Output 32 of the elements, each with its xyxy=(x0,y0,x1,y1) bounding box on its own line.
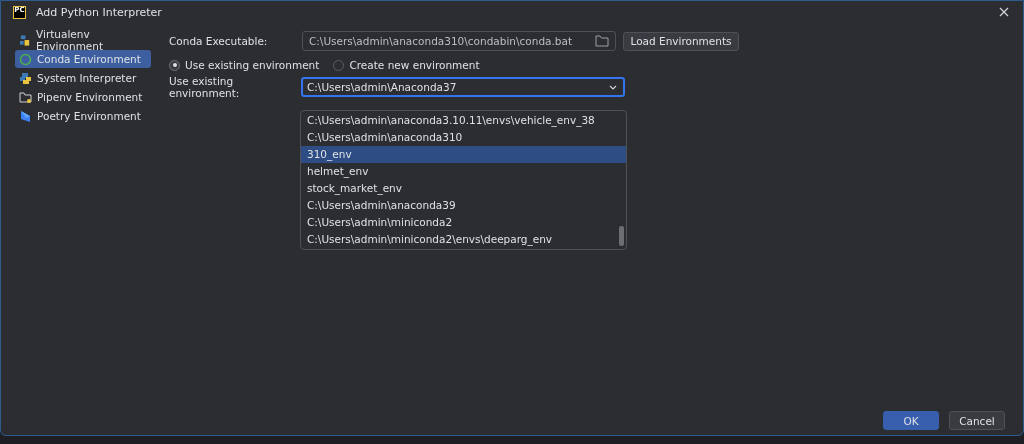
dropdown-option[interactable]: helmet_env xyxy=(301,163,626,180)
scrollbar-thumb[interactable] xyxy=(619,226,624,246)
window-title: Add Python Interpreter xyxy=(36,5,163,19)
sidebar-item[interactable]: Virtualenv Environment xyxy=(15,31,151,49)
path-field[interactable]: C:\Users\admin\anaconda310\condabin\conda.bat xyxy=(302,31,616,51)
sidebar-item[interactable]: Poetry Environment xyxy=(15,107,151,125)
sidebar-item[interactable]: Conda Environment xyxy=(15,50,151,68)
folder-icon xyxy=(19,90,32,104)
dropdown-option[interactable]: C:\Users\admin\miniconda2\envs\deeparg_env xyxy=(301,231,626,248)
chevron-icon xyxy=(609,84,617,90)
radio-button[interactable]: Use existing environment xyxy=(169,59,320,71)
dropdown-option[interactable]: 310_env xyxy=(301,146,626,163)
sidebar-item[interactable]: Pipenv Environment xyxy=(15,88,151,106)
dropdown-option[interactable]: stock_market_env xyxy=(301,180,626,197)
dropdown-option[interactable]: C:\Users\admin\anaconda310 xyxy=(301,129,626,146)
ok-button[interactable]: OK xyxy=(883,411,939,430)
sidebar-item[interactable]: System Interpreter xyxy=(15,69,151,87)
poetry-icon xyxy=(19,109,32,123)
python-icon xyxy=(19,33,32,47)
radio-button[interactable]: Create new environment xyxy=(333,59,480,71)
close-icon[interactable] xyxy=(999,7,1009,17)
field-label: Use existing environment: xyxy=(169,75,241,99)
dropdown-option[interactable]: C:\Users\admin\anaconda3.10.11\envs\vehicle_env_38 xyxy=(301,112,626,129)
cancel-button[interactable]: Cancel xyxy=(949,411,1005,430)
load-environments-button[interactable]: Load Environments xyxy=(623,31,739,51)
dropdown-option[interactable]: C:\Users\admin\anaconda39 xyxy=(301,197,626,214)
ring-icon xyxy=(19,52,32,66)
folder-icon[interactable] xyxy=(595,35,609,47)
field-label: Conda Executable: xyxy=(169,35,269,47)
environment-dropdown[interactable]: C:\Users\admin\Anaconda37 xyxy=(301,77,625,97)
dropdown-option[interactable]: C:\Users\admin\miniconda2 xyxy=(301,214,626,231)
python-icon xyxy=(19,71,32,85)
